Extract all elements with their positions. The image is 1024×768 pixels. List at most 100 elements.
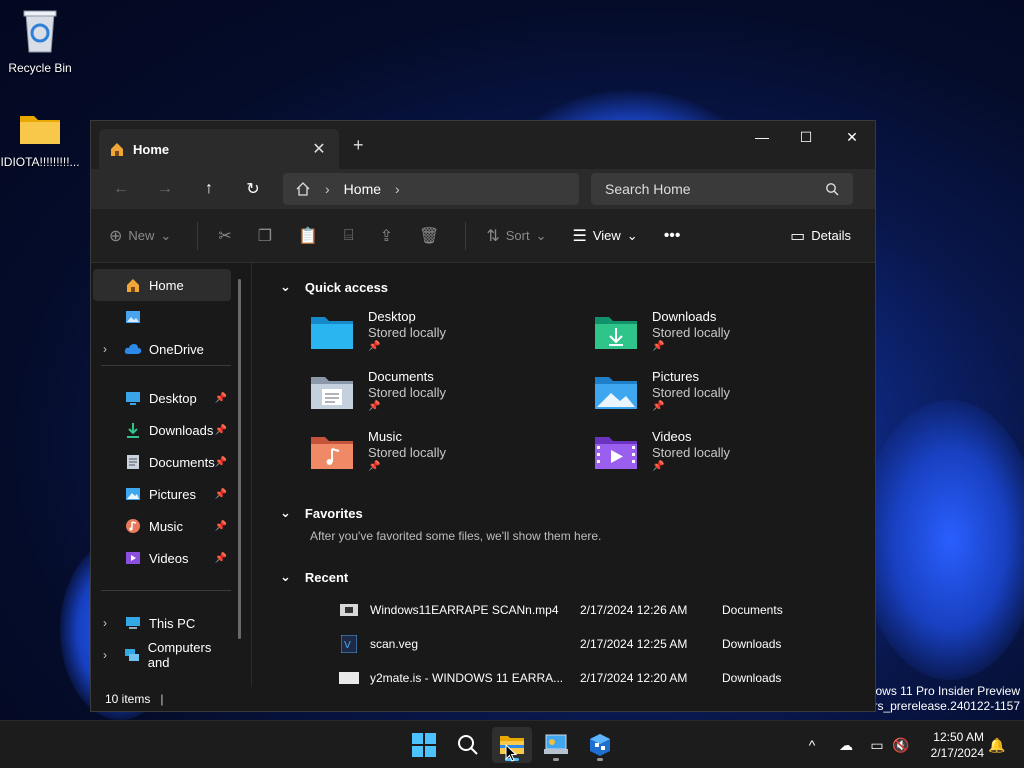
- sort-button[interactable]: ⇅ Sort ⌄: [486, 226, 546, 246]
- app-cube-icon: [590, 734, 610, 756]
- sidebar-item-downloads[interactable]: Downloads 📌: [93, 414, 231, 446]
- chevron-right-icon[interactable]: ›: [103, 648, 107, 662]
- desktop-icon-label: IDIOTA!!!!!!!!!...: [0, 155, 80, 169]
- app-taskbar-button[interactable]: [580, 727, 620, 763]
- desktop-icon: [123, 391, 143, 405]
- new-button[interactable]: ⊕ New ⌄: [109, 226, 171, 246]
- tab-title: Home: [133, 141, 170, 157]
- back-button[interactable]: ←: [99, 180, 143, 198]
- sidebar-item-pictures[interactable]: Pictures 📌: [93, 478, 231, 510]
- item-name: Music: [368, 429, 402, 444]
- quick-access-item-videos[interactable]: Videos Stored locally 📌: [594, 429, 864, 485]
- quick-access-item-downloads[interactable]: Downloads Stored locally 📌: [594, 309, 864, 365]
- file-date: 2/17/2024 12:25 AM: [580, 637, 688, 651]
- quick-access-item-documents[interactable]: Documents Stored locally 📌: [310, 369, 580, 425]
- pin-icon: 📌: [652, 461, 665, 472]
- details-button[interactable]: ▭ Details: [790, 226, 851, 246]
- volume-muted-icon[interactable]: 🔇: [890, 721, 912, 768]
- quick-access-item-music[interactable]: Music Stored locally 📌: [310, 429, 580, 485]
- sidebar-item-label: Videos: [149, 550, 189, 566]
- item-status: Stored locally: [368, 445, 447, 460]
- onedrive-tray-icon[interactable]: ☁: [834, 721, 858, 768]
- item-status: Stored locally: [368, 325, 447, 340]
- recent-file-row[interactable]: V scan.veg 2/17/2024 12:25 AM Downloads: [280, 627, 875, 661]
- rename-button[interactable]: ⌸: [344, 227, 354, 245]
- more-options-button[interactable]: •••: [664, 227, 681, 245]
- pin-icon: 📌: [214, 424, 227, 436]
- close-window-button[interactable]: ✕: [829, 121, 875, 153]
- windows-logo-icon: [412, 733, 436, 757]
- sidebar-item-music[interactable]: Music 📌: [93, 510, 231, 542]
- file-location: Downloads: [722, 671, 782, 685]
- breadcrumb[interactable]: Home: [344, 181, 381, 197]
- refresh-button[interactable]: ↻: [231, 179, 275, 199]
- sidebar-item-desktop[interactable]: Desktop 📌: [93, 382, 231, 414]
- scissors-icon: ✂: [218, 227, 232, 245]
- file-date: 2/17/2024 12:20 AM: [580, 671, 688, 685]
- quick-access-item-desktop[interactable]: Desktop Stored locally 📌: [310, 309, 580, 365]
- view-button[interactable]: ☰ View ⌄: [572, 226, 637, 246]
- sidebar-scrollbar[interactable]: [238, 279, 241, 639]
- address-bar[interactable]: › Home ›: [283, 173, 579, 205]
- clipboard-icon: 📋: [298, 227, 318, 245]
- clock[interactable]: 12:50 AM 2/17/2024: [931, 729, 984, 761]
- view-label: View: [592, 228, 621, 243]
- watermark-line: 0.rs_prerelease.240122-1157: [863, 699, 1020, 713]
- quick-access-grid: Desktop Stored locally 📌 Downloads Stored l…: [280, 303, 875, 483]
- pin-icon: 📌: [214, 552, 227, 564]
- favorites-header[interactable]: ⌄ Favorites: [280, 497, 875, 529]
- more-icon: •••: [663, 226, 681, 244]
- list-view-icon: ☰: [572, 227, 587, 245]
- sidebar-item-documents[interactable]: Documents 📌: [93, 446, 231, 478]
- share-button[interactable]: ⇪: [380, 226, 393, 246]
- recent-header[interactable]: ⌄ Recent: [280, 561, 875, 593]
- maximize-button[interactable]: ☐: [783, 121, 829, 153]
- sidebar-item-label: Pictures: [149, 486, 196, 502]
- chevron-right-icon[interactable]: ›: [103, 342, 107, 356]
- chevron-down-icon: ⌄: [280, 569, 291, 584]
- recycle-bin-icon: [23, 10, 57, 53]
- copy-button[interactable]: ❐: [258, 226, 272, 246]
- delete-button[interactable]: 🗑: [419, 226, 439, 246]
- tab-home[interactable]: Home ✕: [99, 129, 339, 169]
- navigation-pane: Home › OneDrive Desktop 📌 Downloads 📌 Do…: [91, 263, 249, 687]
- close-tab-icon[interactable]: ✕: [309, 139, 329, 159]
- chevron-right-icon[interactable]: ›: [395, 181, 400, 197]
- cut-button[interactable]: ✂: [218, 226, 231, 246]
- network-tray-icon[interactable]: ▭: [866, 721, 888, 768]
- control-panel-taskbar-button[interactable]: [536, 727, 576, 763]
- sidebar-item-this-pc[interactable]: › This PC: [93, 607, 231, 639]
- pin-icon: 📌: [652, 401, 665, 412]
- item-name: Documents: [368, 369, 434, 384]
- paste-button[interactable]: 📋: [298, 226, 318, 246]
- show-hidden-icons-button[interactable]: ^: [800, 721, 824, 768]
- quick-access-item-pictures[interactable]: Pictures Stored locally 📌: [594, 369, 864, 425]
- pin-icon: 📌: [214, 520, 227, 532]
- sidebar-item-label: Downloads: [149, 422, 214, 438]
- search-taskbar-button[interactable]: [448, 727, 488, 763]
- desktop-icon-folder[interactable]: IDIOTA!!!!!!!!!...: [0, 108, 80, 169]
- file-date: 2/17/2024 12:26 AM: [580, 603, 688, 617]
- minimize-button[interactable]: —: [739, 121, 785, 153]
- search-input[interactable]: Search Home: [591, 173, 853, 205]
- forward-button[interactable]: →: [143, 180, 187, 198]
- search-icon: [458, 735, 478, 755]
- sidebar-item-videos[interactable]: Videos 📌: [93, 542, 231, 574]
- mouse-cursor-icon: [505, 744, 517, 762]
- sidebar-item-label: Home: [149, 277, 184, 293]
- sidebar-item-gallery[interactable]: [93, 301, 231, 333]
- start-button[interactable]: [404, 727, 444, 763]
- sidebar-item-label: Computers and: [147, 640, 212, 670]
- command-bar: ⊕ New ⌄ ✂ ❐ 📋 ⌸ ⇪ 🗑 ⇅ Sort ⌄ ☰ View ⌄ ••• ▭ Det…: [91, 209, 875, 263]
- sidebar-item-home[interactable]: Home: [93, 269, 231, 301]
- recent-file-row[interactable]: Windows11EARRAPE SCANn.mp4 2/17/2024 12:…: [280, 593, 875, 627]
- quick-access-header[interactable]: ⌄ Quick access: [280, 271, 875, 303]
- up-button[interactable]: ↑: [187, 180, 231, 198]
- sidebar-item-onedrive[interactable]: › OneDrive: [93, 333, 231, 365]
- chevron-right-icon[interactable]: ›: [103, 616, 107, 630]
- chevron-down-icon: ⌄: [160, 227, 172, 243]
- sidebar-item-network[interactable]: › Computers and: [93, 639, 231, 671]
- notification-bell-icon[interactable]: 🔔: [986, 721, 1008, 768]
- desktop-icon-recycle-bin[interactable]: Recycle Bin: [0, 8, 80, 75]
- new-tab-button[interactable]: +: [353, 135, 364, 156]
